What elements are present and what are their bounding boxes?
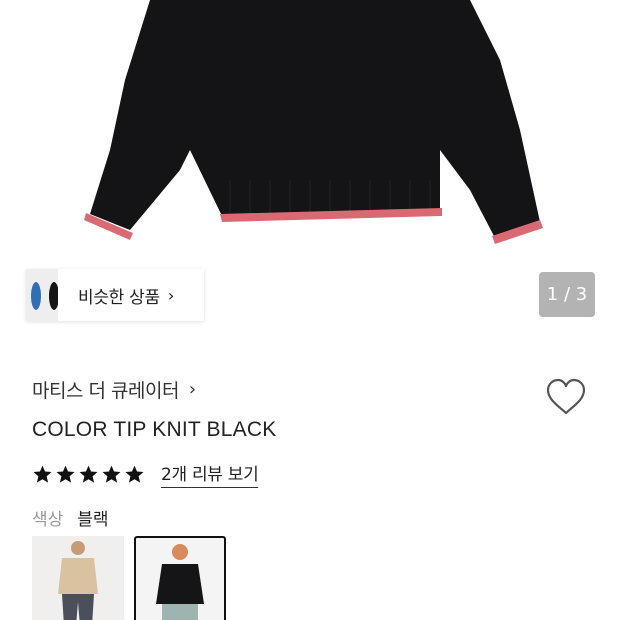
heart-outline-icon [546, 378, 586, 415]
variant-swatch-beige[interactable] [32, 536, 124, 620]
brand-name: 마티스 더 큐레이터 [32, 380, 179, 402]
star-icon [102, 465, 121, 483]
review-link[interactable]: 2개 리뷰 보기 [161, 460, 259, 488]
rating-stars [32, 464, 145, 485]
chevron-right-icon: › [167, 285, 175, 305]
variant-swatch-black[interactable] [134, 536, 226, 620]
variant-image [156, 544, 204, 620]
rating-row: 2개 리뷰 보기 [32, 460, 259, 488]
similar-products-thumbnails [26, 269, 59, 321]
product-title: COLOR TIP KNIT BLACK [32, 418, 277, 441]
color-label: 색상 [32, 510, 64, 530]
chevron-right-icon: › [188, 379, 197, 400]
wishlist-button[interactable] [545, 378, 587, 416]
image-pager-text: 1 / 3 [546, 284, 588, 305]
star-icon [125, 465, 144, 483]
star-icon [56, 465, 75, 483]
color-value: 블랙 [77, 510, 109, 530]
brand-link[interactable]: 마티스 더 큐레이터 › [32, 376, 196, 403]
similar-products-button[interactable]: 비슷한 상품 › [26, 269, 204, 321]
similar-products-label: 비슷한 상품 [78, 287, 160, 308]
star-icon [33, 465, 52, 483]
star-icon [79, 465, 98, 483]
variant-image [58, 541, 98, 620]
color-row: 색상 블랙 [32, 505, 109, 530]
image-pager: 1 / 3 [539, 272, 595, 317]
